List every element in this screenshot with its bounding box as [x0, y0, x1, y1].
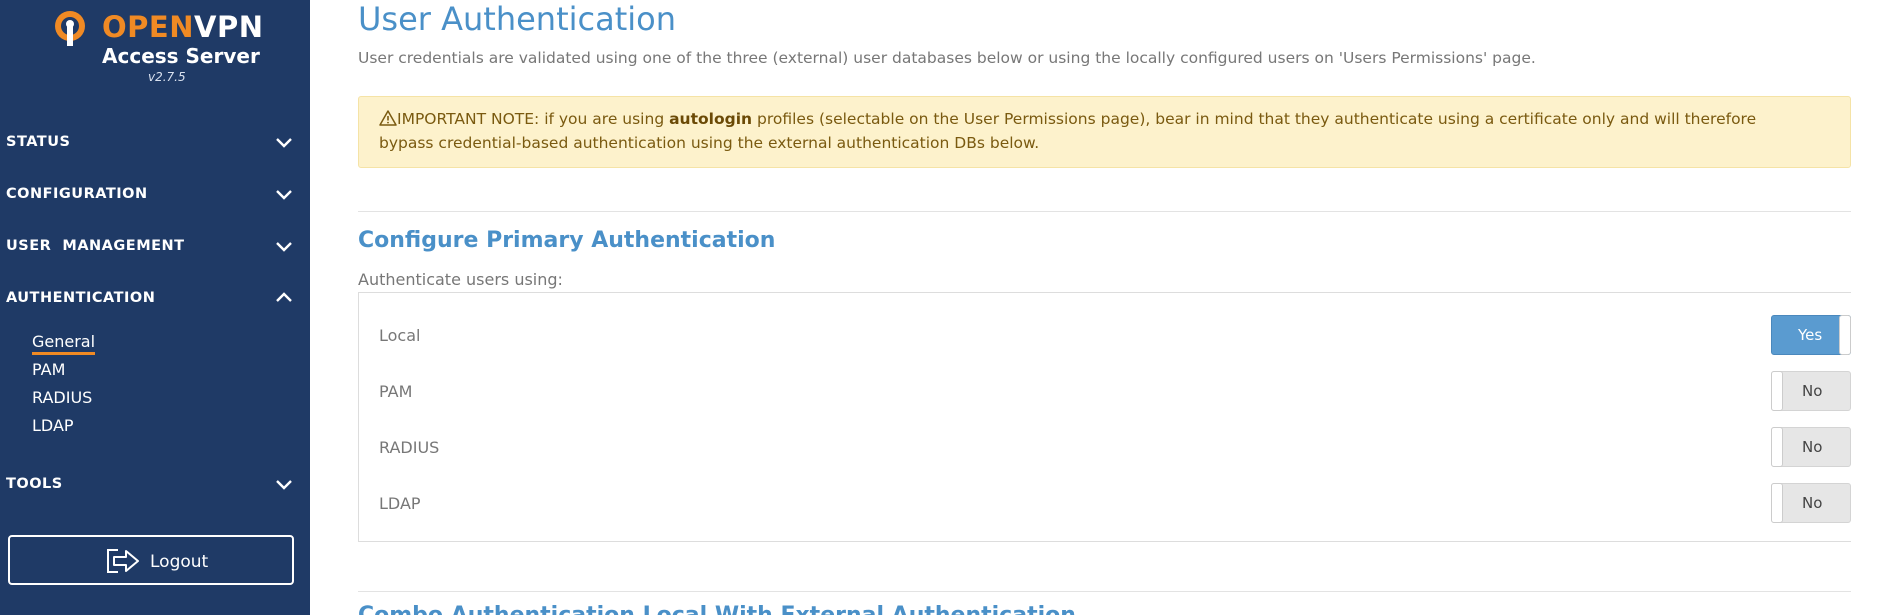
- local-toggle[interactable]: Yes: [1771, 315, 1851, 355]
- logout-arrow-icon: [107, 549, 139, 573]
- sidebar-item-user-management[interactable]: USER MANAGEMENT: [0, 224, 310, 268]
- logout-button[interactable]: Logout: [8, 535, 294, 585]
- chevron-down-icon: [276, 138, 292, 148]
- brand-logo[interactable]: OPENVPN Access Server v2.7.5: [52, 8, 263, 88]
- auth-row-pam: PAM No: [359, 369, 1852, 415]
- section-title-primary-auth: Configure Primary Authentication: [358, 228, 776, 253]
- auth-method-name: LDAP: [379, 494, 421, 513]
- chevron-down-icon: [276, 190, 292, 200]
- toggle-value: No: [1802, 382, 1823, 400]
- radius-toggle[interactable]: No: [1771, 427, 1851, 467]
- pam-toggle[interactable]: No: [1771, 371, 1851, 411]
- section-title-combo-auth: Combo Authentication Local With External…: [358, 603, 1076, 615]
- sidebar-subitem-radius[interactable]: RADIUS: [32, 388, 92, 407]
- page-description: User credentials are validated using one…: [358, 49, 1536, 67]
- toggle-knob: [1839, 315, 1851, 355]
- sidebar-item-label: CONFIGURATION: [6, 186, 148, 202]
- sidebar-item-status[interactable]: STATUS: [0, 120, 310, 164]
- sidebar-subitem-ldap[interactable]: LDAP: [32, 416, 74, 435]
- page-title: User Authentication: [358, 0, 677, 38]
- app: OPENVPN Access Server v2.7.5 STATUS CONF…: [0, 0, 1891, 615]
- alert-line-1: IMPORTANT NOTE: if you are using autolog…: [379, 110, 1839, 128]
- logout-label: Logout: [150, 552, 209, 572]
- auth-row-local: Local Yes: [359, 313, 1852, 359]
- important-note-alert: IMPORTANT NOTE: if you are using autolog…: [358, 96, 1851, 168]
- brand-name-part1: OPEN: [102, 10, 194, 44]
- alert-prefix: IMPORTANT NOTE: if you are using: [397, 110, 670, 128]
- brand-name-part2: VPN: [194, 10, 264, 44]
- toggle-knob: [1771, 483, 1783, 523]
- sidebar-item-label: AUTHENTICATION: [6, 290, 156, 306]
- brand-subtitle: Access Server: [102, 44, 260, 68]
- alert-line-2: bypass credential-based authentication u…: [379, 134, 1040, 152]
- ldap-toggle[interactable]: No: [1771, 483, 1851, 523]
- sidebar-item-label: TOOLS: [6, 476, 63, 492]
- divider: [358, 591, 1851, 592]
- sidebar-item-label: STATUS: [6, 134, 71, 150]
- sidebar: OPENVPN Access Server v2.7.5 STATUS CONF…: [0, 0, 310, 615]
- chevron-down-icon: [276, 480, 292, 490]
- sidebar-item-label: USER MANAGEMENT: [6, 238, 185, 254]
- sidebar-item-configuration[interactable]: CONFIGURATION: [0, 172, 310, 216]
- toggle-value: Yes: [1798, 326, 1823, 344]
- toggle-value: No: [1802, 438, 1823, 456]
- sidebar-subitem-pam[interactable]: PAM: [32, 360, 65, 379]
- alert-bold-autologin: autologin: [669, 110, 753, 128]
- toggle-knob: [1771, 427, 1783, 467]
- divider: [358, 211, 1851, 212]
- auth-method-name: Local: [379, 326, 421, 345]
- sidebar-subitem-general[interactable]: General: [32, 332, 96, 355]
- toggle-value: No: [1802, 494, 1823, 512]
- sidebar-item-authentication[interactable]: AUTHENTICATION: [0, 276, 310, 320]
- warning-triangle-icon: [379, 110, 397, 126]
- chevron-up-icon: [276, 292, 292, 302]
- chevron-down-icon: [276, 242, 292, 252]
- auth-method-name: RADIUS: [379, 438, 440, 457]
- brand-version: v2.7.5: [148, 70, 186, 84]
- auth-method-name: PAM: [379, 382, 413, 401]
- brand-name: OPENVPN: [102, 10, 263, 44]
- openvpn-keyhole-icon: [55, 11, 85, 46]
- auth-row-ldap: LDAP No: [359, 481, 1852, 527]
- authenticate-users-label: Authenticate users using:: [358, 270, 563, 289]
- auth-methods-panel: Local Yes PAM No RADIUS No LDAP No: [358, 292, 1851, 542]
- auth-row-radius: RADIUS No: [359, 425, 1852, 471]
- sidebar-item-tools[interactable]: TOOLS: [0, 462, 310, 506]
- main-content: User Authentication User credentials are…: [358, 0, 1858, 615]
- alert-suffix: profiles (selectable on the User Permiss…: [752, 110, 1757, 128]
- toggle-knob: [1771, 371, 1783, 411]
